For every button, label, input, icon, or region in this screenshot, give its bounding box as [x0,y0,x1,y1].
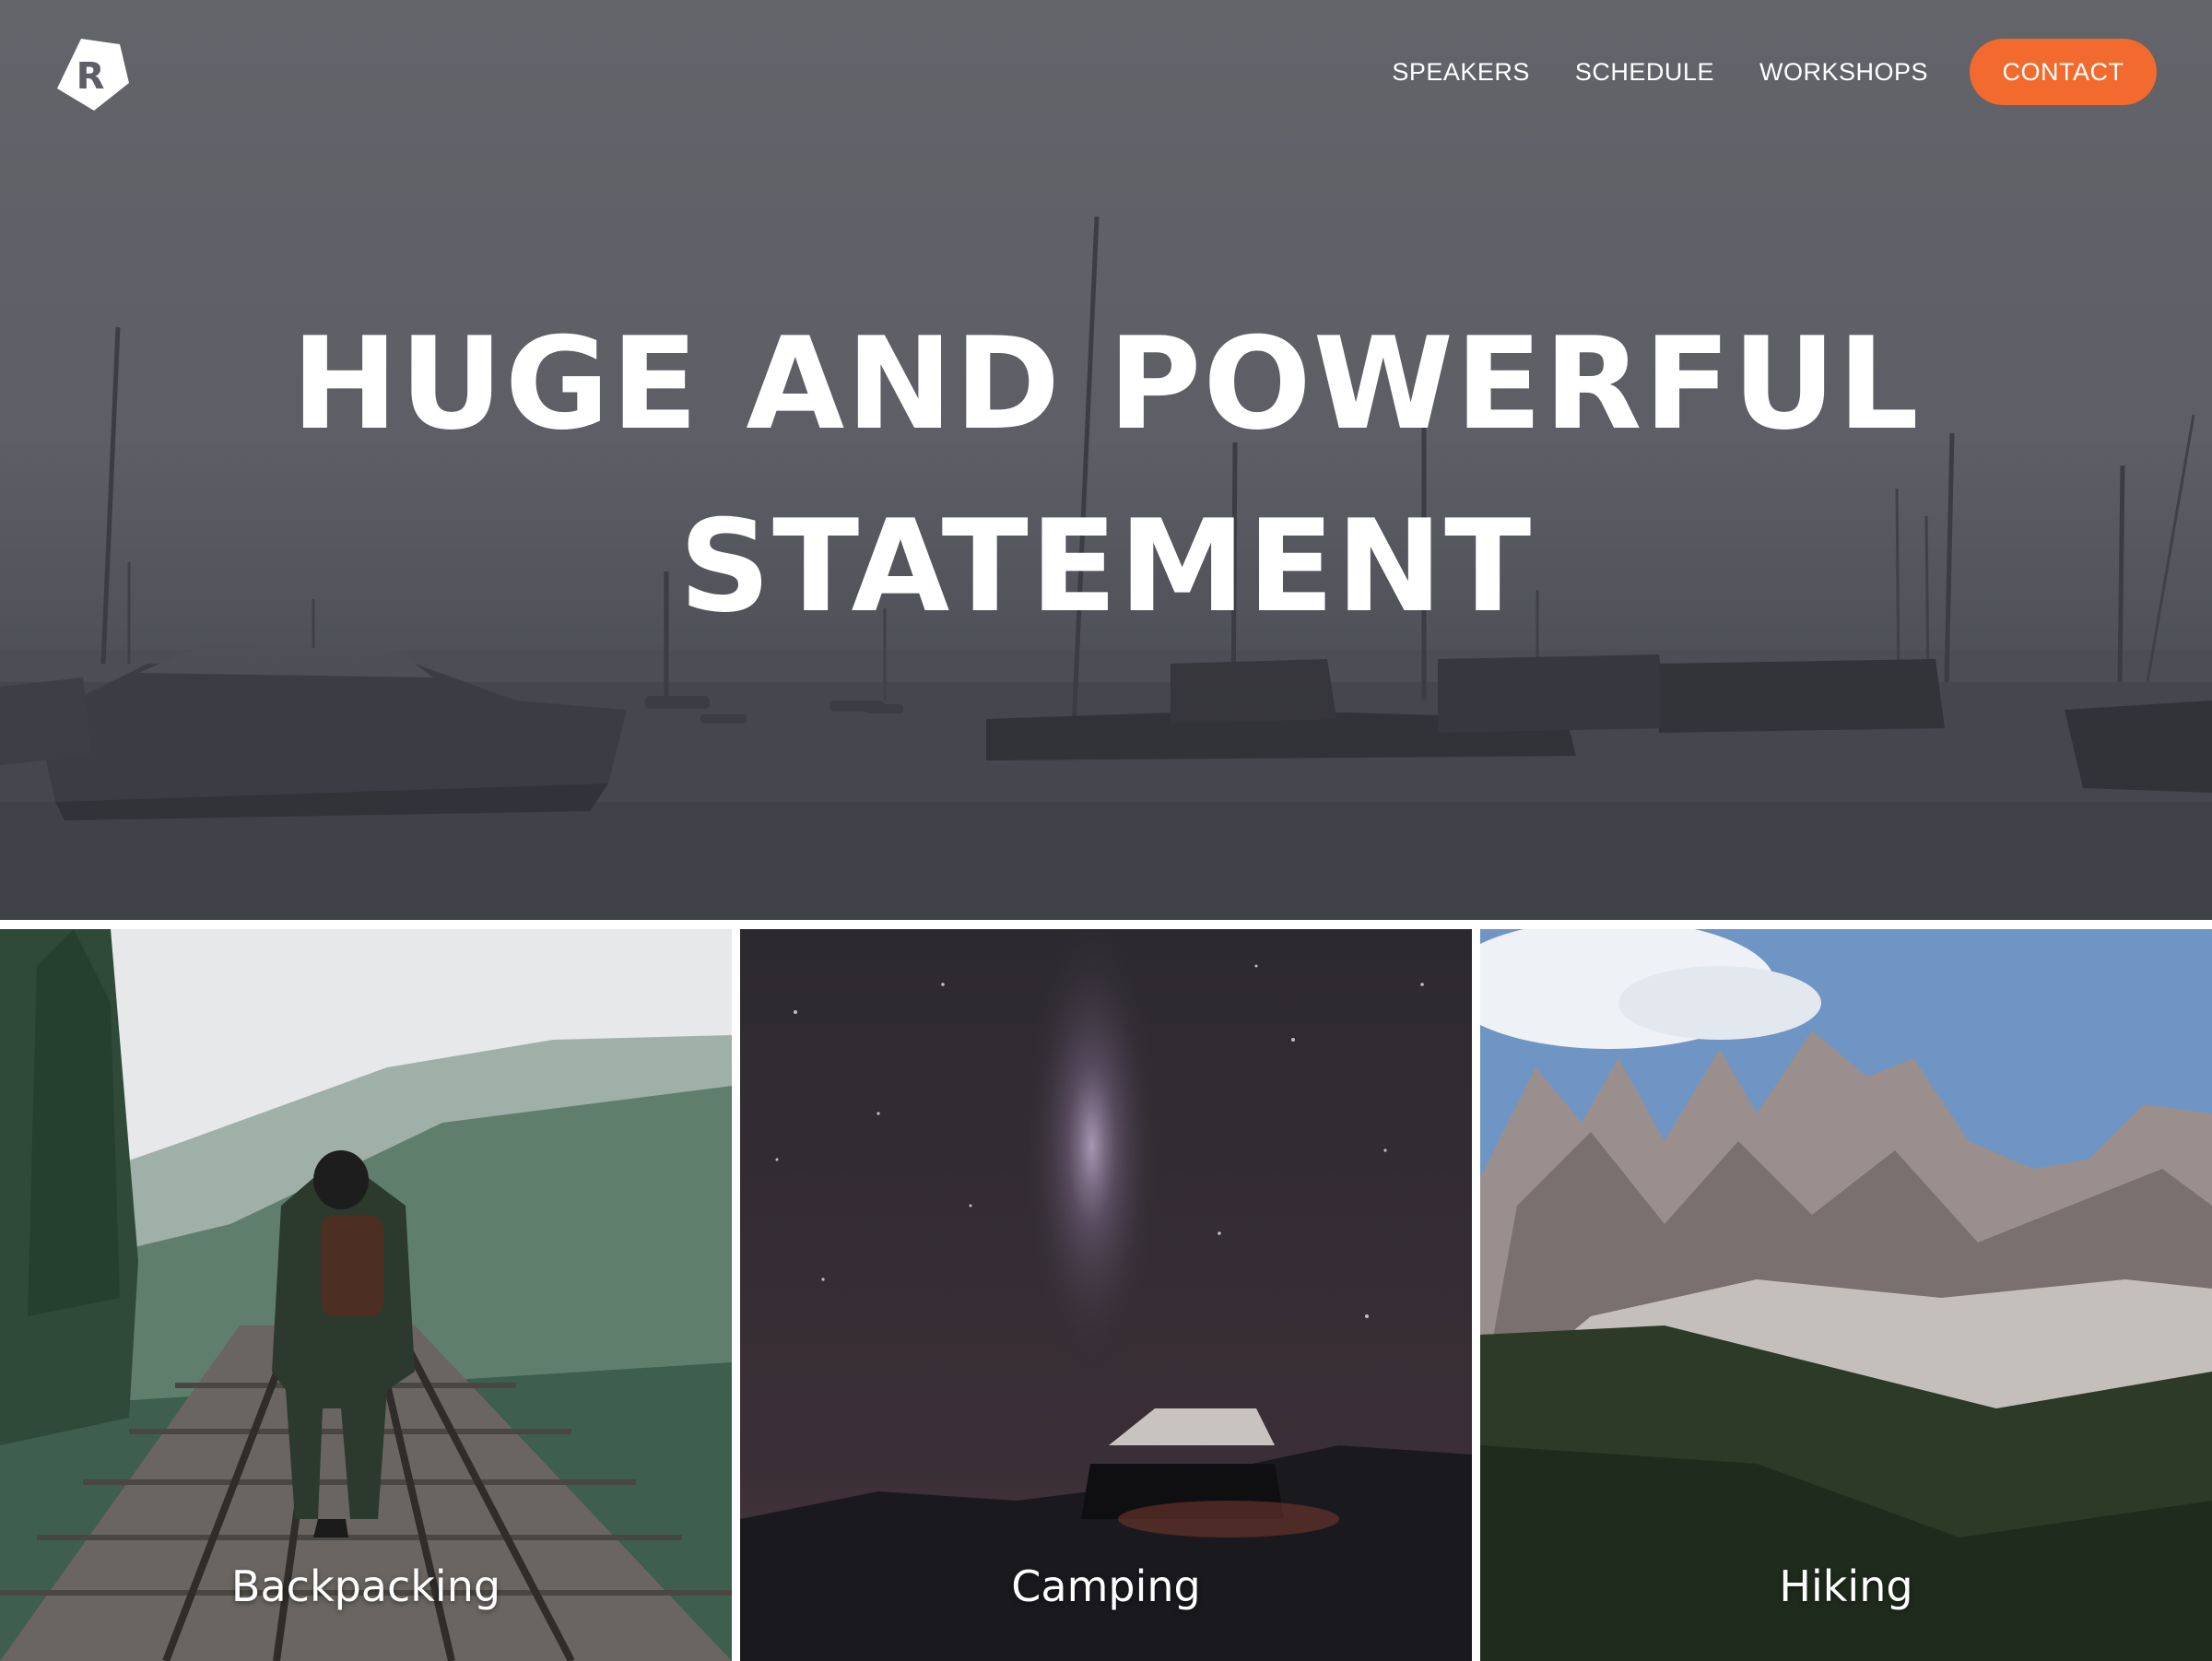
camping-image [740,929,1472,1661]
card-label-camping: Camping [1011,1561,1201,1611]
landing-page: R SPEAKERS SCHEDULE WORKSHOPS CONTACT HU… [0,0,2212,1661]
svg-text:R: R [76,55,105,98]
headline-line-1: HUGE AND POWERFUL [291,310,1921,458]
headline-line-2: STATEMENT [678,492,1534,641]
card-camping[interactable]: Camping [740,929,1472,1661]
hero-headline: HUGE AND POWERFUL STATEMENT [0,293,2212,658]
category-cards: Backpacking Camping Hiking [0,929,2212,1661]
card-label-backpacking: Backpacking [230,1561,501,1611]
card-hiking[interactable]: Hiking [1480,929,2212,1661]
logo-icon[interactable]: R [53,37,131,112]
card-backpacking[interactable]: Backpacking [0,929,732,1661]
card-label-hiking: Hiking [1779,1561,1913,1611]
main-nav: SPEAKERS SCHEDULE WORKSHOPS CONTACT [1392,39,2157,105]
nav-speakers-link[interactable]: SPEAKERS [1392,58,1530,87]
backpacking-image [0,929,732,1661]
nav-schedule-link[interactable]: SCHEDULE [1575,58,1714,87]
hero-section: R SPEAKERS SCHEDULE WORKSHOPS CONTACT HU… [0,0,2212,920]
nav-workshops-link[interactable]: WORKSHOPS [1759,58,1928,87]
contact-button[interactable]: CONTACT [1970,39,2157,105]
hiking-image [1480,929,2212,1661]
